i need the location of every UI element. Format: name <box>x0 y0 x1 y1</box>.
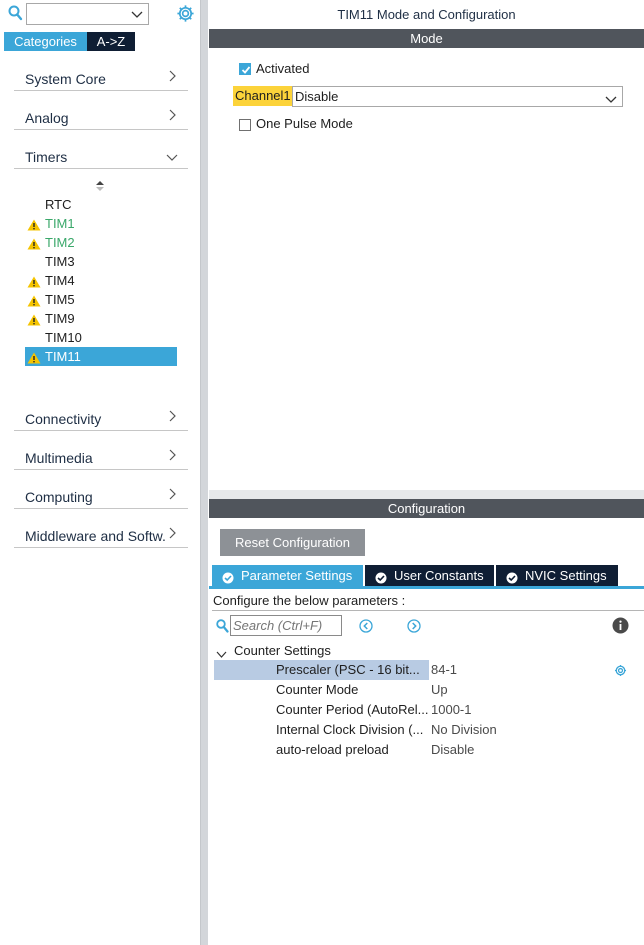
param-row-counter-period[interactable]: Counter Period (AutoRel... 1000-1 <box>214 700 644 720</box>
category-connectivity[interactable]: Connectivity <box>14 404 188 431</box>
param-row-auto-reload[interactable]: auto-reload preload Disable <box>214 740 644 760</box>
param-value[interactable]: Up <box>431 680 448 700</box>
timer-name: RTC <box>45 197 72 212</box>
parameter-search-box[interactable] <box>230 615 342 636</box>
one-pulse-label: One Pulse Mode <box>256 116 353 131</box>
category-multimedia[interactable]: Multimedia <box>14 443 188 470</box>
chevron-right-icon <box>168 449 176 464</box>
gear-icon[interactable] <box>176 4 195 23</box>
activated-checkbox[interactable] <box>239 63 251 75</box>
category-analog[interactable]: Analog <box>14 103 188 130</box>
category-label: Middleware and Softw... <box>25 528 165 544</box>
chevron-right-icon <box>168 70 176 85</box>
timer-item-tim3[interactable]: TIM3 <box>25 252 177 271</box>
category-label: Analog <box>25 110 69 126</box>
tab-label: NVIC Settings <box>525 568 607 583</box>
categories-panel: Categories A->Z System Core Analog Timer… <box>0 0 200 945</box>
tab-parameter-settings[interactable]: Parameter Settings <box>212 565 363 586</box>
check-icon <box>241 66 251 74</box>
activated-label: Activated <box>256 61 310 76</box>
panel-splitter[interactable] <box>200 0 208 945</box>
timer-name: TIM10 <box>45 330 82 345</box>
timer-name: TIM1 <box>45 216 75 231</box>
gear-icon[interactable] <box>614 664 627 680</box>
param-name: Internal Clock Division (... <box>276 722 424 737</box>
timer-item-rtc[interactable]: RTC <box>25 195 177 214</box>
tab-categories[interactable]: Categories <box>4 32 87 51</box>
parameter-search-input[interactable] <box>233 617 339 634</box>
chevron-down-icon <box>166 150 178 165</box>
search-icon[interactable] <box>8 5 23 21</box>
one-pulse-checkbox[interactable] <box>239 119 251 131</box>
section-divider[interactable] <box>209 490 644 499</box>
timer-item-tim2[interactable]: TIM2 <box>25 233 177 252</box>
category-label: System Core <box>25 71 106 87</box>
category-computing[interactable]: Computing <box>14 482 188 509</box>
reset-configuration-button[interactable]: Reset Configuration <box>220 529 365 556</box>
chevron-right-icon <box>168 109 176 124</box>
timer-item-tim1[interactable]: TIM1 <box>25 214 177 233</box>
chevron-down-icon[interactable] <box>131 8 143 23</box>
param-row-clock-division[interactable]: Internal Clock Division (... No Division <box>214 720 644 740</box>
param-name: Counter Mode <box>276 682 359 697</box>
channel1-value: Disable <box>295 89 339 104</box>
timer-name: TIM11 <box>45 349 81 364</box>
param-row-counter-mode[interactable]: Counter Mode Up <box>214 680 644 700</box>
timer-item-tim5[interactable]: TIM5 <box>25 290 177 309</box>
timer-item-tim11[interactable]: TIM11 <box>25 347 177 366</box>
timer-name: TIM3 <box>45 254 75 269</box>
param-value[interactable]: 84-1 <box>431 660 457 680</box>
channel1-select[interactable]: Disable <box>292 86 623 107</box>
channel1-label: Channel1 <box>233 86 293 106</box>
arrow-left-circle-icon[interactable] <box>359 619 373 636</box>
tab-nvic-settings[interactable]: NVIC Settings <box>496 565 618 586</box>
tab-user-constants[interactable]: User Constants <box>365 565 494 586</box>
timer-name: TIM2 <box>45 235 75 250</box>
param-row-prescaler[interactable]: Prescaler (PSC - 16 bit... 84-1 <box>214 660 644 680</box>
tab-underline <box>209 586 644 589</box>
arrow-right-circle-icon[interactable] <box>407 619 421 636</box>
category-system-core[interactable]: System Core <box>14 64 188 91</box>
warning-icon <box>27 350 41 369</box>
param-value[interactable]: No Division <box>431 720 497 740</box>
category-label: Connectivity <box>25 411 102 427</box>
param-value[interactable]: 1000-1 <box>431 700 471 720</box>
timer-name: TIM5 <box>45 292 75 307</box>
timer-item-tim4[interactable]: TIM4 <box>25 271 177 290</box>
timer-name: TIM9 <box>45 311 75 326</box>
param-name: Prescaler (PSC - 16 bit... <box>214 660 429 680</box>
param-name: auto-reload preload <box>276 742 389 757</box>
param-value[interactable]: Disable <box>431 740 474 760</box>
info-icon[interactable] <box>612 617 629 637</box>
search-icon <box>216 619 229 636</box>
configuration-section-header: Configuration <box>209 499 644 518</box>
category-middleware[interactable]: Middleware and Softw... <box>14 521 188 548</box>
configure-hint: Configure the below parameters : <box>212 591 644 611</box>
timer-name: TIM4 <box>45 273 75 288</box>
timer-item-tim10[interactable]: TIM10 <box>25 328 177 347</box>
tab-label: Parameter Settings <box>241 568 353 583</box>
category-label: Computing <box>25 489 93 505</box>
page-title: TIM11 Mode and Configuration <box>337 7 516 22</box>
chevron-right-icon <box>168 527 176 542</box>
search-combo[interactable] <box>26 3 149 25</box>
tab-label: User Constants <box>394 568 484 583</box>
category-label: Timers <box>25 149 68 165</box>
tab-a-to-z[interactable]: A->Z <box>87 32 135 51</box>
group-label: Counter Settings <box>234 643 331 658</box>
chevron-right-icon <box>168 410 176 425</box>
chevron-down-icon <box>605 92 617 107</box>
sort-icon[interactable] <box>95 180 105 195</box>
timer-item-tim9[interactable]: TIM9 <box>25 309 177 328</box>
param-name: Counter Period (AutoRel... <box>276 702 429 717</box>
mode-section-header: Mode <box>209 29 644 48</box>
category-timers[interactable]: Timers <box>14 142 188 169</box>
category-label: Multimedia <box>25 450 93 466</box>
chevron-right-icon <box>168 488 176 503</box>
